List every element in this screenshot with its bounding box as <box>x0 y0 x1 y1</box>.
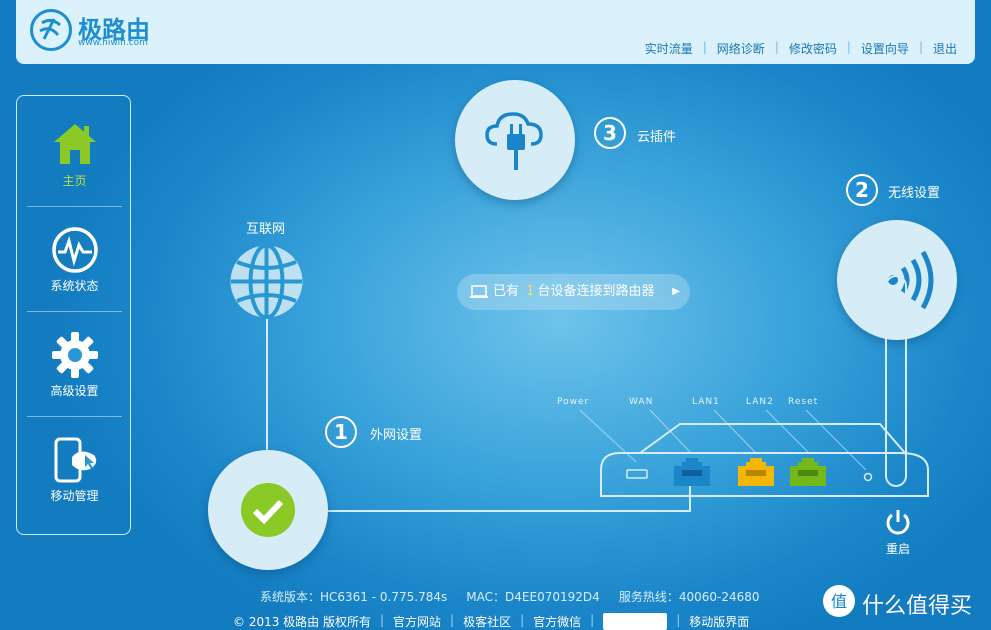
discount-purchase-link[interactable]: 优惠购买 <box>603 613 668 630</box>
geek-community-link[interactable]: 极客社区 <box>463 613 511 630</box>
power-icon <box>886 510 910 535</box>
lan1-port-icon <box>738 458 774 486</box>
lan2-port-icon <box>790 458 826 486</box>
official-wechat-link[interactable]: 官方微信 <box>533 613 581 630</box>
copyright: © 2013 极路由 版权所有 <box>233 615 371 629</box>
router-diagram <box>579 275 929 497</box>
mobile-version-link[interactable]: 移动版界面 <box>689 613 749 630</box>
official-site-link[interactable]: 官方网站 <box>393 613 441 630</box>
reboot-label: 重启 <box>885 542 910 556</box>
reboot-button[interactable]: 重启 <box>880 508 916 557</box>
svg-text:值: 值 <box>831 592 847 611</box>
footer-links: © 2013 极路由 版权所有 | 官方网站 | 极客社区 | 官方微信 | 优… <box>233 613 750 630</box>
wan-port-icon <box>674 458 710 486</box>
smzdm-watermark: 值 什么值得买 <box>822 584 982 619</box>
watermark-text: 什么值得买 <box>862 594 973 619</box>
system-info: 系统版本：HC6361 - 0.775.784s MAC：D4EE070192D… <box>260 590 760 604</box>
smzdm-logo-icon: 值 <box>823 585 855 617</box>
